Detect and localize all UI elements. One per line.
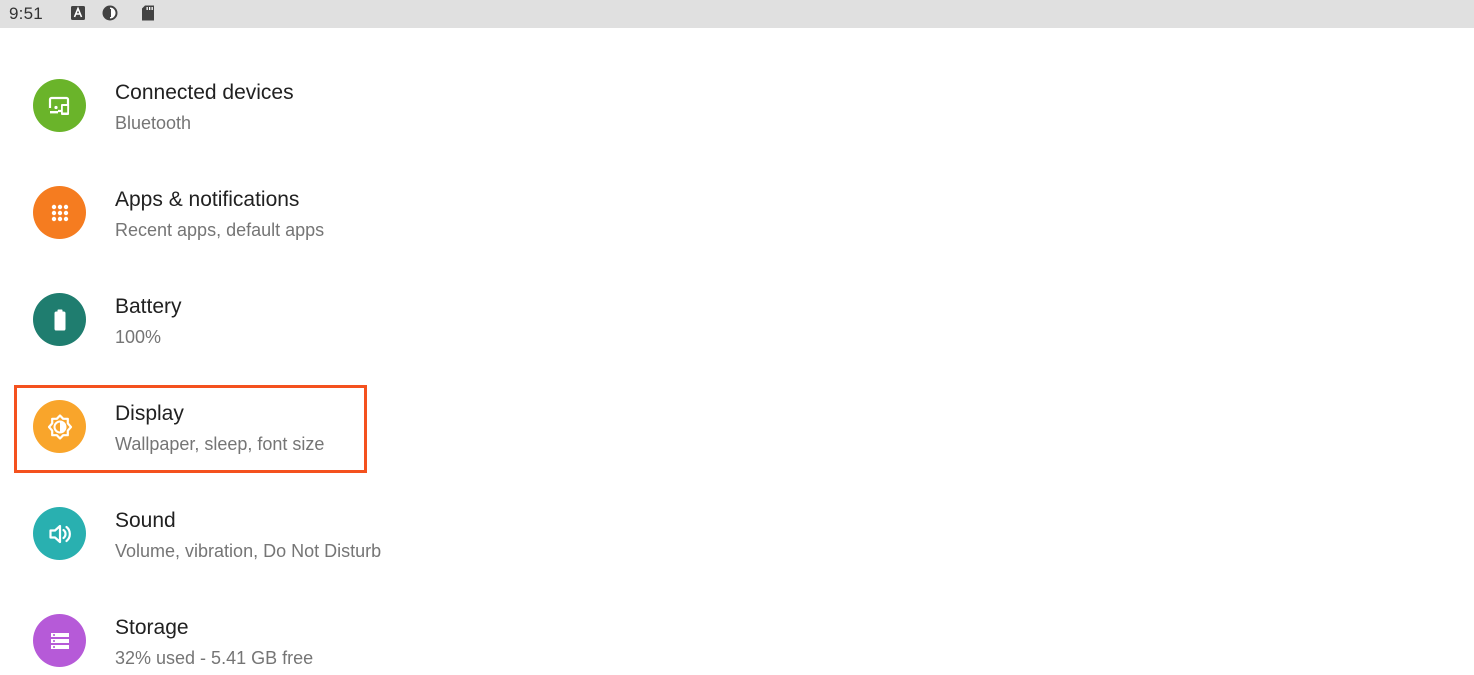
apps-grid-icon xyxy=(33,186,86,239)
storage-icon xyxy=(33,614,86,667)
sd-card-icon xyxy=(139,4,157,22)
settings-item-battery[interactable]: Battery 100% xyxy=(0,266,1474,373)
data-saver-icon xyxy=(101,4,119,22)
volume-icon xyxy=(33,507,86,560)
devices-icon xyxy=(33,79,86,132)
settings-item-storage[interactable]: Storage 32% used - 5.41 GB free xyxy=(0,587,1474,675)
brightness-icon xyxy=(33,400,86,453)
item-subtitle: Volume, vibration, Do Not Disturb xyxy=(115,541,382,561)
item-subtitle: Bluetooth xyxy=(115,113,192,133)
item-subtitle: Recent apps, default apps xyxy=(115,220,325,240)
status-bar: 9:51 xyxy=(0,0,1474,28)
item-subtitle: 100% xyxy=(115,327,162,347)
item-title: Sound xyxy=(115,509,176,532)
status-time: 9:51 xyxy=(9,4,43,23)
settings-item-display[interactable]: Display Wallpaper, sleep, font size xyxy=(0,373,1474,480)
battery-icon xyxy=(33,293,86,346)
font-a-icon xyxy=(69,4,87,22)
item-title: Battery xyxy=(115,295,182,318)
item-title: Apps & notifications xyxy=(115,188,300,211)
item-title: Display xyxy=(115,402,184,425)
settings-item-sound[interactable]: Sound Volume, vibration, Do Not Disturb xyxy=(0,480,1474,587)
item-title: Connected devices xyxy=(115,81,294,104)
item-subtitle: Wallpaper, sleep, font size xyxy=(115,434,325,454)
item-subtitle: 32% used - 5.41 GB free xyxy=(115,648,314,668)
item-title: Storage xyxy=(115,616,189,639)
settings-screen: 9:51 Connected devices Bluetooth Apps & … xyxy=(0,0,1474,675)
settings-item-apps-notifications[interactable]: Apps & notifications Recent apps, defaul… xyxy=(0,159,1474,266)
settings-item-connected-devices[interactable]: Connected devices Bluetooth xyxy=(0,52,1474,159)
